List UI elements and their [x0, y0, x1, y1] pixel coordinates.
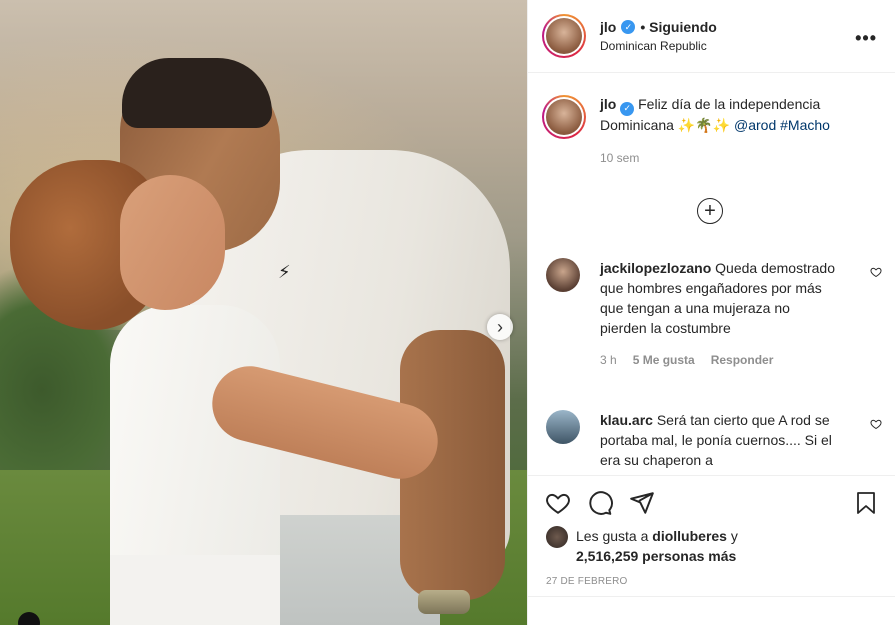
post-actions: Les gusta a diolluberes y 2,516,259 pers… [528, 475, 895, 625]
liker-username[interactable]: diolluberes [652, 528, 727, 544]
chevron-right-icon: › [497, 317, 503, 337]
load-more-comments-button[interactable]: + [697, 198, 723, 224]
caption: jlo ✓ Feliz día de la independencia Domi… [528, 73, 895, 183]
comment-username[interactable]: klau.arc [600, 412, 653, 428]
post-date[interactable]: 27 DE FEBRERO [528, 566, 895, 597]
post-photo[interactable]: ⚡ › [0, 0, 527, 625]
photo-woman-face [120, 175, 225, 310]
verified-badge-icon: ✓ [620, 101, 635, 116]
header-username[interactable]: jlo [600, 19, 616, 35]
liker-avatar[interactable] [546, 526, 568, 548]
comment-time[interactable]: 3 h [600, 350, 617, 370]
comment-meta: 3 h 5 Me gusta Responder [600, 350, 840, 370]
mention-link[interactable]: @arod [734, 117, 776, 133]
comment-username[interactable]: jackilopezlozano [600, 260, 711, 276]
comment-item: jackilopezlozano Queda demostrado que ho… [546, 258, 886, 370]
likes-summary: Les gusta a diolluberes y 2,516,259 pers… [528, 520, 895, 566]
likes-count[interactable]: 2,516,259 personas más [576, 548, 736, 564]
post-side-panel: jlo ✓ • Siguiendo Dominican Republic •••… [527, 0, 895, 625]
comment-likes[interactable]: 5 Me gusta [633, 350, 695, 370]
comment-reply-button[interactable]: Responder [711, 350, 774, 370]
comment-avatar[interactable] [546, 258, 580, 292]
likes-prefix: Les gusta a [576, 528, 653, 544]
save-bookmark-icon[interactable] [852, 489, 880, 517]
photo-man-hair [122, 58, 272, 128]
comment-like-heart-icon[interactable] [870, 418, 882, 433]
caption-body: jlo ✓ Feliz día de la independencia Domi… [600, 95, 870, 183]
carousel-next-button[interactable]: › [487, 314, 513, 340]
comment-bubble-icon[interactable] [586, 489, 614, 517]
verified-badge-icon: ✓ [621, 20, 636, 34]
avatar[interactable] [542, 14, 586, 58]
photo-woman-top [110, 305, 280, 585]
plus-icon: + [704, 200, 716, 222]
shirt-logo-icon: ⚡ [278, 262, 291, 282]
photo-watch [418, 590, 470, 614]
follow-status[interactable]: • Siguiendo [640, 19, 716, 35]
hashtag-link[interactable]: #Macho [780, 117, 830, 133]
caption-username[interactable]: jlo [600, 96, 616, 112]
caption-time[interactable]: 10 sem [600, 149, 870, 168]
location-link[interactable]: Dominican Republic [600, 39, 717, 53]
like-heart-icon[interactable] [544, 489, 572, 517]
more-options-icon[interactable]: ••• [855, 28, 877, 49]
comment-avatar[interactable] [546, 410, 580, 444]
share-paper-plane-icon[interactable] [628, 489, 656, 517]
comment-like-heart-icon[interactable] [870, 266, 882, 281]
caption-avatar[interactable] [542, 95, 586, 139]
photo-woman-pants [110, 555, 280, 625]
comment-item: klau.arc Será tan cierto que A rod se po… [546, 410, 886, 470]
header-text: jlo ✓ • Siguiendo Dominican Republic [600, 19, 717, 53]
caption-emojis: ✨🌴✨ [677, 116, 731, 133]
post-header: jlo ✓ • Siguiendo Dominican Republic ••• [528, 0, 895, 73]
likes-mid: y [726, 528, 738, 544]
divider [528, 596, 895, 597]
